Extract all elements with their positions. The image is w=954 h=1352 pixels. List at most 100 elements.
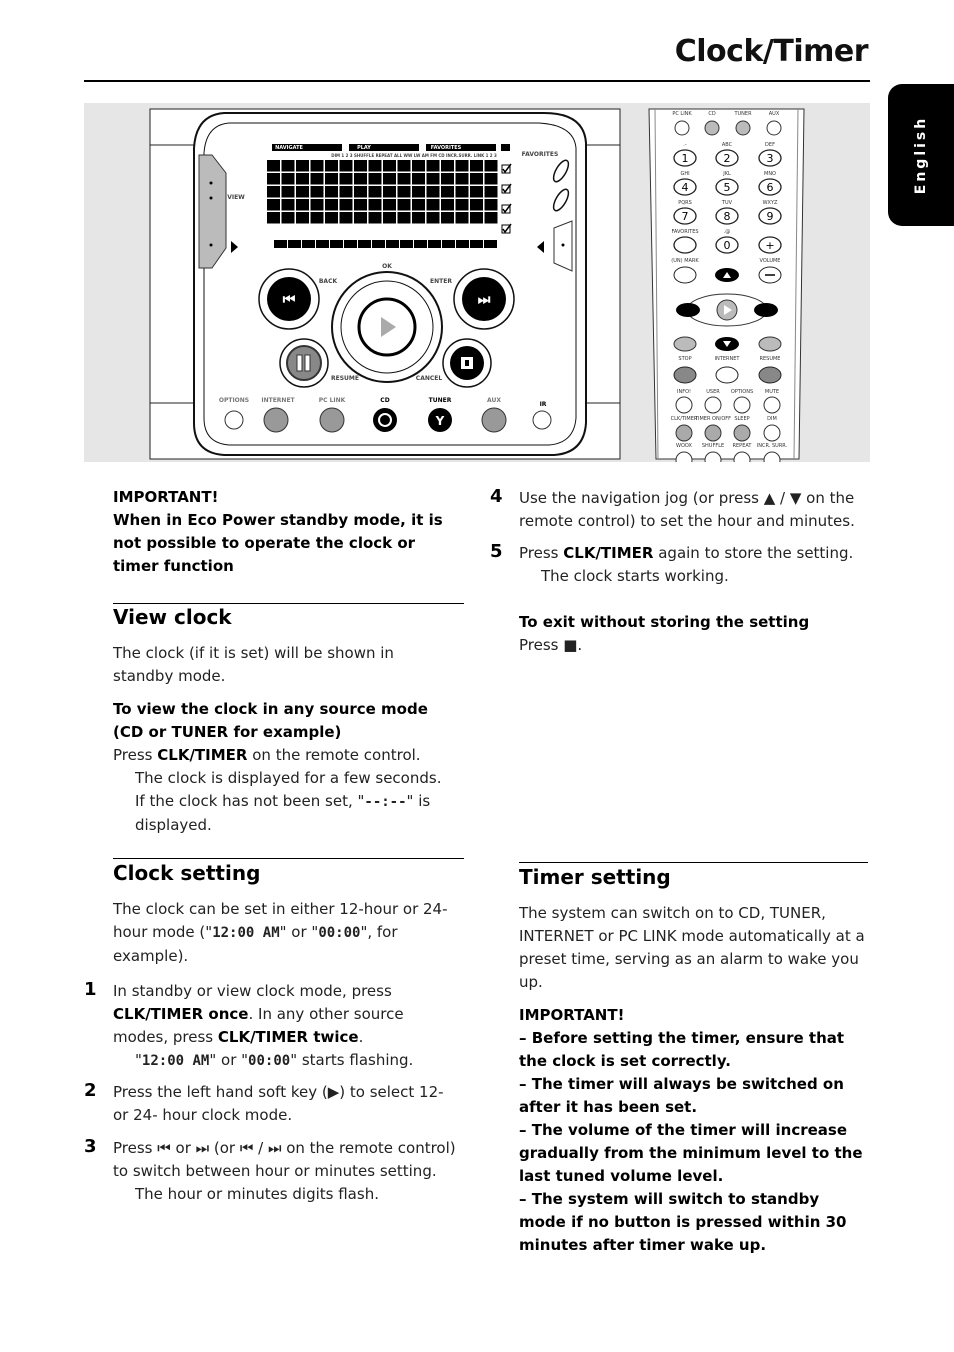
remote-button-label: INTERNET [714,356,740,362]
lcd-cell [412,160,425,172]
view-label: VIEW [227,194,245,201]
remote-key-favorites [673,236,697,254]
remote-key-digit: 3 [767,152,774,165]
navigate-tab-label: NAVIGATE [275,145,303,151]
remote-key-letters: PQRS [678,200,692,206]
lcd-cell [383,212,396,224]
internet-label: INTERNET [261,397,295,404]
view-clock-line3: If the clock has not been set, "--:--" i… [135,792,431,834]
lcd-cell [484,212,498,224]
remote-next-button [754,303,778,317]
remote-button [758,366,782,384]
remote-key-digit: 9 [767,210,774,223]
lcd-cell [368,160,382,172]
lcd-cell [426,199,440,211]
exit-block: To exit without storing the setting Pres… [519,611,864,657]
exit-text: Press ■. [519,636,583,654]
device-illustration: ⏮ ⏭ Y 1 2 3 4 5 6 7 8 9 0 + VIEW FAVORITES OK BACK… [84,103,870,462]
language-tab: English [888,84,954,226]
lcd-cell [484,173,498,185]
lcd-cell [412,199,425,211]
view-clock-press: Press CLK/TIMER on the remote control. [113,746,421,764]
cd-label: CD [380,397,390,404]
view-clock-subheading: To view the clock in any source mode (CD… [113,700,428,741]
lcd-cell [325,173,338,185]
lcd-cell [310,199,324,211]
lcd-cell [354,173,367,185]
lcd-cell [426,186,440,198]
timer-note: – The timer will always be switched on a… [519,1075,844,1116]
lcd-cell [484,199,498,211]
remote-key-letters: .@ [723,229,731,235]
play-tab-label: PLAY [357,145,371,151]
ir-sensor [532,410,552,430]
lcd-cell [267,160,280,172]
clock-setting-heading: Clock setting [113,861,261,885]
ok-label: OK [382,263,392,270]
remote-button-label: STOP [678,356,692,362]
timer-note: – The system will switch to standby mode… [519,1190,847,1254]
remote-rewind-button [673,336,697,352]
remote-source-button [766,120,782,136]
svg-text:Y: Y [435,414,445,428]
clock-setting-intro: The clock can be set in either 12-hour o… [113,900,448,965]
view-clock-line2: The clock is displayed for a few seconds… [135,769,442,787]
lcd-cell [339,212,353,224]
internet-button [263,407,289,433]
remote-source-button [704,120,720,136]
lcd-cell [484,160,498,172]
lcd-cell [310,173,324,185]
lcd-cell [310,186,324,198]
step-5-number: 5 [490,541,503,562]
lcd-cell [426,173,440,185]
remote-button-label: REPEAT [732,443,752,449]
lcd-bottom-cell [414,240,427,248]
lcd-bottom-cell [344,240,357,248]
remote-button-label: MUTE [764,389,780,395]
page-title: Clock/Timer [674,34,869,69]
lcd-cell [470,160,483,172]
lcd-cell [441,186,454,198]
lcd-cell [310,160,324,172]
lcd-cell [339,160,353,172]
lcd-cell [325,186,338,198]
lcd-cell [383,186,396,198]
cd-button [373,408,397,432]
lcd-bottom-cell [316,240,329,248]
remote-key-digit: 2 [724,152,731,165]
lcd-cell [339,186,353,198]
remote-tuner-label: TUNER [734,111,752,117]
lcd-cell [368,212,382,224]
display-indicators: DIM 1 2 3 SHUFFLE REPEAT ALL WW LW AM FM… [331,153,497,158]
cancel-label: CANCEL [415,375,443,382]
pclink-label: PC LINK [318,397,346,404]
lcd-bottom-cell [358,240,371,248]
timer-setting-body: The system can switch on to CD, TUNER, I… [519,902,869,1257]
timer-setting-rule [519,862,868,863]
lcd-cell [441,199,454,211]
tuner-label: TUNER [428,397,452,404]
remote-forward-button [758,336,782,352]
lcd-bottom-cell [302,240,315,248]
lcd-bottom-cell [400,240,413,248]
lcd-cell [296,160,309,172]
title-rule [84,80,870,82]
remote-button-label: RESUME [759,356,781,362]
lcd-bottom-cell [442,240,455,248]
remote-button-label: SLEEP [734,416,750,422]
remote-volume-label: VOLUME [759,258,781,264]
remote-key-letters: JKL [723,171,731,177]
remote-button [715,366,739,384]
lcd-cell [339,199,353,211]
remote-function-button [675,396,693,414]
lcd-cell [281,160,295,172]
favorites-tab-label: FAVORITES [430,145,462,151]
lcd-cell [267,186,280,198]
important-text: When in Eco Power standby mode, it is no… [113,511,443,575]
lcd-cell [325,199,338,211]
remote-key-letters: FAVORITES [671,229,699,235]
lcd-cell [354,160,367,172]
lcd-cell [426,160,440,172]
lcd-cell [325,212,338,224]
lcd-cell [470,212,483,224]
